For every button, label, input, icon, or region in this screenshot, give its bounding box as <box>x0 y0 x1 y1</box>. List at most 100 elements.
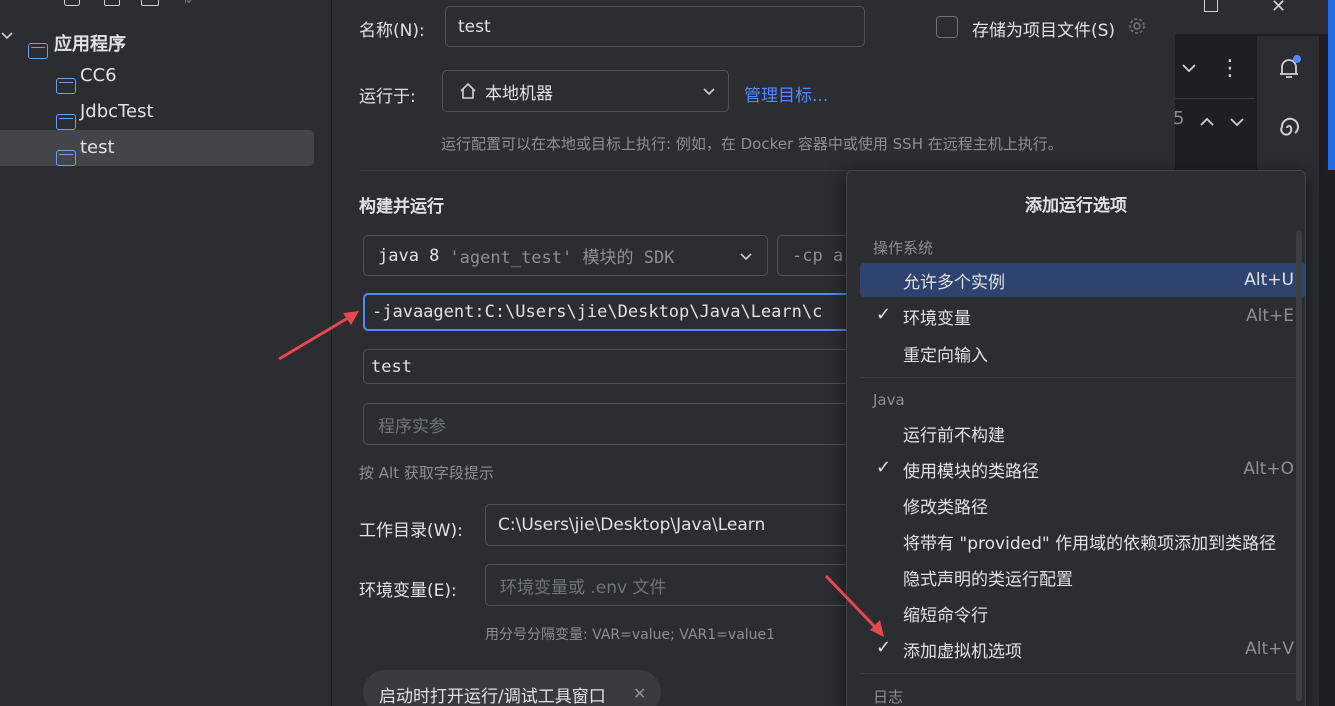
env-placeholder: 环境变量或 .env 文件 <box>500 577 667 598</box>
option-shorten-command-line[interactable]: 缩短命令行 <box>860 596 1305 630</box>
option-label: 重定向输入 <box>903 345 988 366</box>
section-java: Java <box>873 391 905 409</box>
option-redirect-input[interactable]: 重定向输入 <box>860 336 1305 370</box>
toolbar-save-icon[interactable] <box>104 0 120 6</box>
tree-item-cc6[interactable]: CC6 <box>0 59 332 95</box>
notifications-bell-icon[interactable] <box>1275 54 1303 87</box>
check-icon: ✓ <box>876 304 892 325</box>
right-edge-accent <box>1328 0 1335 170</box>
option-environment-variables[interactable]: ✓ 环境变量 Alt+E <box>860 299 1305 333</box>
open-tool-window-chip[interactable]: 启动时打开运行/调试工具窗口 ✕ <box>363 670 661 706</box>
workdir-label: 工作目录(W): <box>359 521 463 541</box>
name-label: 名称(N): <box>359 21 425 41</box>
close-icon[interactable]: ✕ <box>633 684 646 703</box>
chevron-up-icon[interactable] <box>1199 113 1215 133</box>
sdk-select[interactable]: java 8 'agent_test' 模块的 SDK <box>363 235 768 276</box>
section-os: 操作系统 <box>873 239 934 257</box>
tree-item-label: CC6 <box>80 65 117 86</box>
build-and-run-title: 构建并运行 <box>359 197 444 217</box>
toolbar-new-folder-icon[interactable] <box>141 0 159 6</box>
more-vertical-icon[interactable]: ⋮ <box>1219 56 1241 81</box>
application-config-icon <box>28 43 48 59</box>
tree-item-label: test <box>80 137 115 158</box>
check-icon: ✓ <box>876 457 892 478</box>
name-input[interactable]: test <box>445 6 865 47</box>
chevron-down-icon[interactable] <box>1229 113 1245 133</box>
window-title-bar <box>1175 0 1335 34</box>
vm-options-input[interactable]: -javaagent:C:\Users\jie\Desktop\Java\Lea… <box>363 293 883 331</box>
option-label: 使用模块的类路径 <box>903 461 1039 482</box>
run-on-select[interactable]: 本地机器 <box>442 70 729 112</box>
option-modify-classpath[interactable]: 修改类路径 <box>860 488 1305 522</box>
annotation-arrow <box>824 574 884 637</box>
match-counter: 5 <box>1173 108 1185 129</box>
popup-title: 添加运行选项 <box>1025 196 1127 216</box>
run-on-value: 本地机器 <box>485 83 553 104</box>
option-use-module-classpath[interactable]: ✓ 使用模块的类路径 Alt+O <box>860 452 1305 486</box>
option-allow-multiple-instances[interactable]: 允许多个实例 Alt+U <box>860 263 1305 297</box>
chevron-down-icon <box>739 249 753 269</box>
annotation-arrow <box>278 311 359 361</box>
tree-root-application[interactable]: 应用程序 <box>0 24 332 60</box>
sdk-java-value: java 8 <box>378 245 440 266</box>
ai-assistant-spiral-icon[interactable] <box>1275 114 1303 147</box>
tree-item-jdbctest[interactable]: JdbcTest <box>0 95 332 131</box>
option-label: 缩短命令行 <box>903 605 988 626</box>
chip-label: 启动时打开运行/调试工具窗口 <box>379 687 606 706</box>
name-input-value: test <box>458 16 491 37</box>
option-shortcut: Alt+U <box>1244 270 1294 290</box>
option-do-not-build-before-run[interactable]: 运行前不构建 <box>860 416 1305 450</box>
gear-icon[interactable] <box>1126 15 1148 37</box>
popup-scrollbar[interactable] <box>1296 231 1302 701</box>
check-icon: ✓ <box>876 637 892 658</box>
option-add-provided-dependencies[interactable]: 将带有 "provided" 作用域的依赖项添加到类路径 <box>860 524 1305 558</box>
workdir-value: C:\Users\jie\Desktop\Java\Learn <box>498 515 766 535</box>
section-log: 日志 <box>873 688 904 706</box>
workdir-input[interactable]: C:\Users\jie\Desktop\Java\Learn <box>485 504 885 546</box>
option-label: 隐式声明的类运行配置 <box>903 569 1073 590</box>
chevron-down-icon[interactable] <box>1181 60 1197 80</box>
divider <box>860 673 1300 674</box>
application-config-icon <box>56 78 76 94</box>
application-config-icon <box>56 150 76 166</box>
add-run-options-popup: 添加运行选项 操作系统 允许多个实例 Alt+U ✓ 环境变量 Alt+E 重定… <box>846 170 1306 706</box>
main-class-value: test <box>371 356 412 377</box>
sdk-module-value: 'agent_test' 模块的 SDK <box>449 248 675 268</box>
tree-item-test-selected[interactable]: test <box>0 130 314 166</box>
editor-toolbar-area <box>1175 36 1255 170</box>
manage-targets-link[interactable]: 管理目标... <box>744 81 828 106</box>
option-label: 运行前不构建 <box>903 425 1005 446</box>
toolbar-copy-icon[interactable] <box>64 0 80 6</box>
tree-root-label: 应用程序 <box>54 34 126 55</box>
close-window-icon[interactable]: ✕ <box>1271 0 1286 17</box>
application-config-icon <box>56 114 76 130</box>
option-label: 环境变量 <box>903 308 971 329</box>
option-label: 添加虚拟机选项 <box>903 641 1022 662</box>
divider <box>1175 98 1255 99</box>
option-label: 允许多个实例 <box>903 272 1005 293</box>
run-on-hint: 运行配置可以在本地或目标上执行: 例如，在 Docker 容器中或使用 SSH … <box>441 135 1063 153</box>
env-hint: 用分号分隔变量: VAR=value; VAR1=value1 <box>485 627 776 643</box>
program-args-placeholder: 程序实参 <box>378 416 446 437</box>
divider <box>860 377 1300 378</box>
toolbar-sort-icon[interactable]: ⇅ <box>182 0 200 6</box>
option-implicit-class-run-config[interactable]: 隐式声明的类运行配置 <box>860 560 1305 594</box>
option-label: 修改类路径 <box>903 497 988 518</box>
tree-item-label: JdbcTest <box>80 101 154 122</box>
restore-icon[interactable] <box>1204 0 1218 12</box>
expand-chevron-icon[interactable] <box>0 28 14 42</box>
option-shortcut: Alt+E <box>1245 306 1294 326</box>
vm-options-value: -javaagent:C:\Users\jie\Desktop\Java\Lea… <box>372 302 823 322</box>
env-label: 环境变量(E): <box>359 581 457 601</box>
store-as-file-label: 存储为项目文件(S) <box>972 21 1116 41</box>
option-label: 将带有 "provided" 作用域的依赖项添加到类路径 <box>903 533 1277 554</box>
program-args-input[interactable]: 程序实参 <box>363 403 883 445</box>
home-icon <box>459 82 477 100</box>
option-shortcut: Alt+V <box>1245 639 1294 659</box>
store-as-file-checkbox[interactable] <box>936 16 958 38</box>
classpath-value: -cp a <box>792 245 844 266</box>
option-add-vm-options[interactable]: ✓ 添加虚拟机选项 Alt+V <box>860 632 1305 666</box>
alt-hint: 按 Alt 获取字段提示 <box>359 464 494 482</box>
run-on-label: 运行于: <box>359 87 416 107</box>
main-class-input[interactable]: test <box>363 349 883 384</box>
